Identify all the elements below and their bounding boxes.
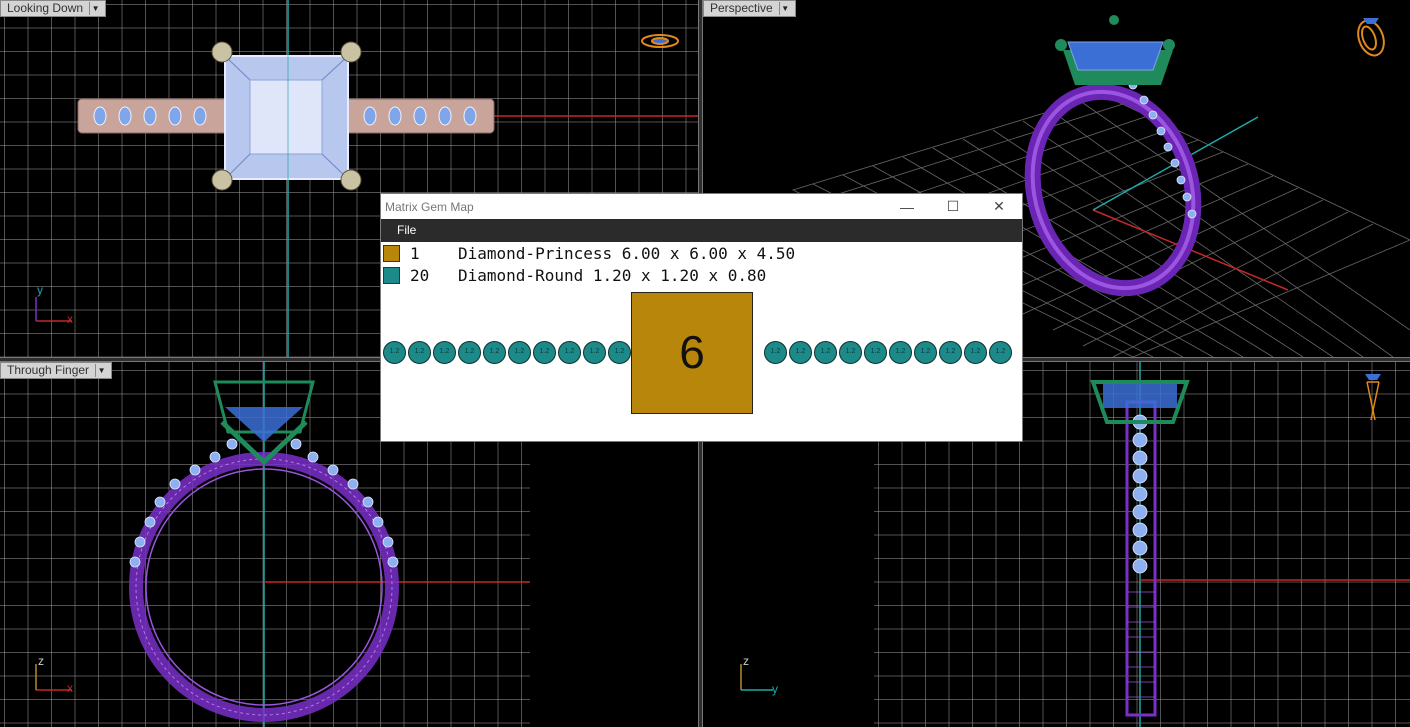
viewport-label-perspective[interactable]: Perspective ▼ xyxy=(703,0,796,17)
gem-row-princess[interactable]: 1 Diamond-Princess 6.00 x 6.00 x 4.50 xyxy=(381,242,1022,264)
round-gem-marker[interactable]: 1.2 xyxy=(383,341,406,364)
dialog-title: Matrix Gem Map xyxy=(385,199,474,214)
center-stone-label: 6 xyxy=(679,326,705,378)
gem-count: 1 xyxy=(410,243,420,263)
round-gem-marker[interactable]: 1.2 xyxy=(864,341,887,364)
gem-description: Diamond-Princess 6.00 x 6.00 x 4.50 xyxy=(458,243,796,263)
round-gem-marker[interactable]: 1.2 xyxy=(839,341,862,364)
gem-description: Diamond-Round 1.20 x 1.20 x 0.80 xyxy=(458,265,767,285)
gem-map: 6 1.2 1.2 1.2 1.2 1.2 1.2 1.2 1.2 1.2 1.2 1.2 1.2 1.… xyxy=(381,292,1022,414)
center-stone-princess[interactable]: 6 xyxy=(631,292,753,414)
viewport-label-text: Looking Down xyxy=(7,1,84,15)
round-gem-marker[interactable]: 1.2 xyxy=(789,341,812,364)
menu-file[interactable]: File xyxy=(397,223,416,237)
round-gem-marker[interactable]: 1.2 xyxy=(764,341,787,364)
round-gem-marker[interactable]: 1.2 xyxy=(483,341,506,364)
round-gem-marker[interactable]: 1.2 xyxy=(433,341,456,364)
round-gem-marker[interactable]: 1.2 xyxy=(508,341,531,364)
gem-map-dialog: Matrix Gem Map — ☐ ✕ File 1 Diamond-Prin… xyxy=(380,193,1023,442)
close-icon[interactable]: ✕ xyxy=(976,194,1022,219)
axis-label-x: x xyxy=(67,681,73,695)
viewport-label-looking-down[interactable]: Looking Down ▼ xyxy=(0,0,107,17)
axis-label-y: y xyxy=(37,283,43,297)
maximize-icon[interactable]: ☐ xyxy=(930,194,976,219)
round-gem-marker[interactable]: 1.2 xyxy=(608,341,631,364)
round-gem-marker[interactable]: 1.2 xyxy=(533,341,556,364)
gem-row-round[interactable]: 20 Diamond-Round 1.20 x 1.20 x 0.80 xyxy=(381,264,1022,286)
viewport-label-text: Through Finger xyxy=(7,363,90,377)
gem-count: 20 xyxy=(410,265,430,285)
round-gem-marker[interactable]: 1.2 xyxy=(914,341,937,364)
round-gem-marker[interactable]: 1.2 xyxy=(889,341,912,364)
round-gem-marker[interactable]: 1.2 xyxy=(939,341,962,364)
axis-label-z: z xyxy=(743,654,749,668)
axis-label-z: z xyxy=(38,654,44,668)
viewport-label-through-finger[interactable]: Through Finger ▼ xyxy=(0,362,113,379)
round-gem-marker[interactable]: 1.2 xyxy=(408,341,431,364)
chevron-down-icon[interactable]: ▼ xyxy=(89,2,101,15)
gem-color-swatch xyxy=(383,244,400,262)
viewport-label-text: Perspective xyxy=(710,1,773,15)
round-gem-marker[interactable]: 1.2 xyxy=(558,341,581,364)
round-gem-marker[interactable]: 1.2 xyxy=(814,341,837,364)
axis-label-x: x xyxy=(67,312,73,326)
gem-color-swatch xyxy=(383,266,400,284)
round-gem-marker[interactable]: 1.2 xyxy=(964,341,987,364)
round-gem-marker[interactable]: 1.2 xyxy=(583,341,606,364)
minimize-icon[interactable]: — xyxy=(884,194,930,219)
round-gem-marker[interactable]: 1.2 xyxy=(458,341,481,364)
axis-label-y: y xyxy=(772,682,778,696)
chevron-down-icon[interactable]: ▼ xyxy=(95,364,107,377)
dialog-titlebar[interactable]: Matrix Gem Map — ☐ ✕ xyxy=(381,194,1022,219)
dialog-menubar: File xyxy=(381,219,1022,242)
chevron-down-icon[interactable]: ▼ xyxy=(778,2,791,15)
round-gem-marker[interactable]: 1.2 xyxy=(989,341,1012,364)
